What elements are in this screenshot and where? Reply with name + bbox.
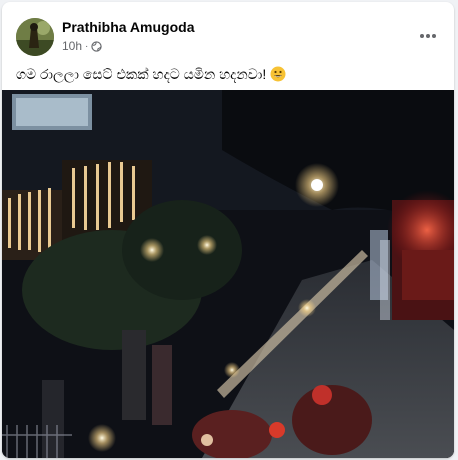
ellipsis-icon [420, 34, 436, 38]
post-meta: 10h · [62, 39, 103, 53]
post-caption: ගම රාලලා සෙට් එකක් හදට යමින හදනවා! [16, 65, 436, 83]
video-frame [2, 90, 454, 458]
post-video[interactable] [2, 90, 454, 458]
post-card: Prathibha Amugoda 10h · ගම රාලලා සෙට් එක… [2, 2, 454, 458]
author-name[interactable]: Prathibha Amugoda [62, 19, 195, 35]
more-options-button[interactable] [412, 20, 444, 52]
author-avatar[interactable] [16, 18, 54, 56]
globe-icon [91, 40, 103, 52]
meta-separator: · [85, 40, 89, 52]
grinning-face-emoji [270, 66, 286, 82]
post-time[interactable]: 10h [62, 39, 82, 53]
caption-text: ගම රාලලා සෙට් එකක් හදට යමින හදනවා! [16, 66, 267, 82]
